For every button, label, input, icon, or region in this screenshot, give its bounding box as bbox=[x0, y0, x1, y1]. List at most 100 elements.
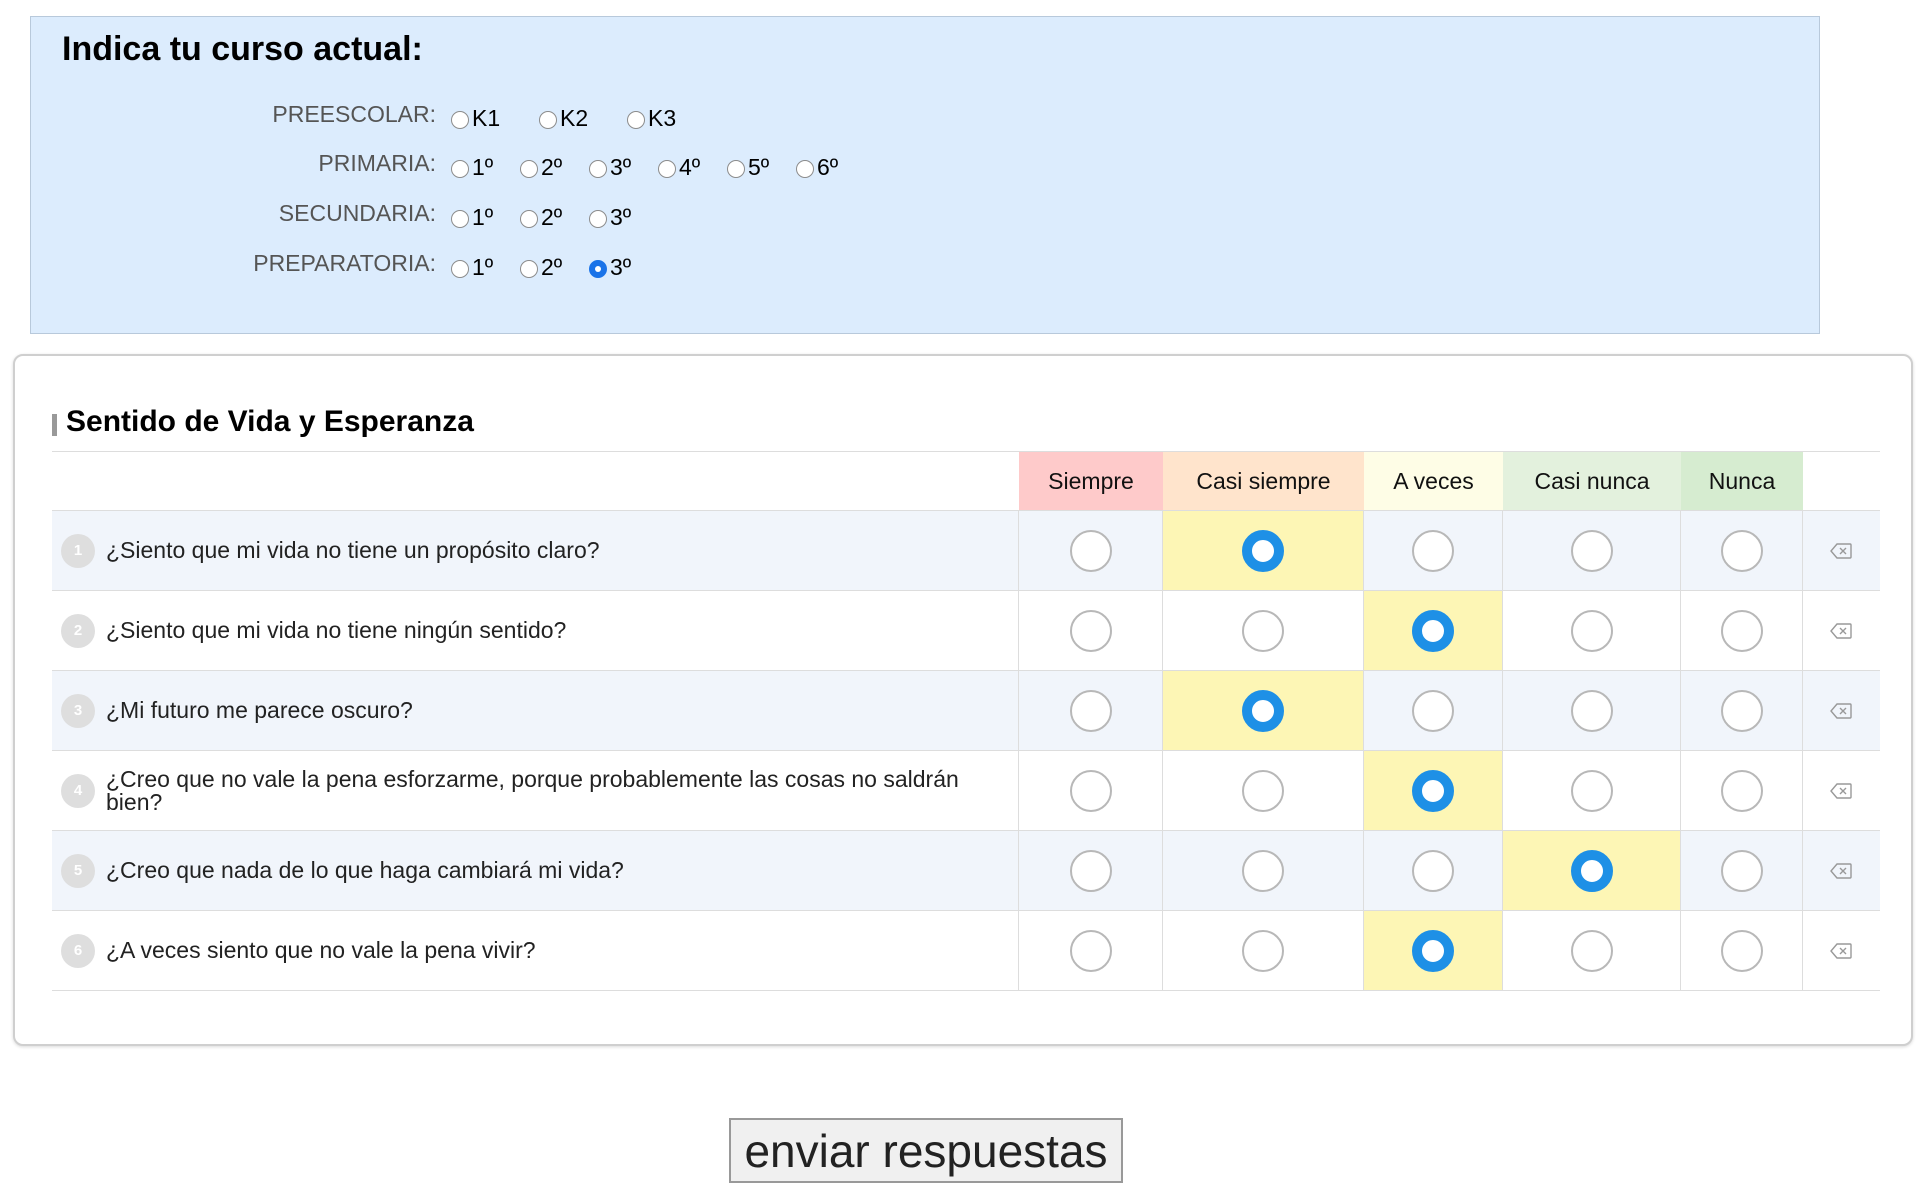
clear-answer-button[interactable] bbox=[1803, 671, 1879, 750]
answer-cell[interactable] bbox=[1163, 511, 1364, 590]
clear-answer-button[interactable] bbox=[1803, 831, 1879, 910]
course-radio[interactable] bbox=[520, 210, 538, 228]
course-radio[interactable] bbox=[627, 111, 645, 129]
course-option[interactable]: 3º bbox=[589, 152, 631, 182]
course-radio[interactable] bbox=[451, 260, 469, 278]
course-radio[interactable] bbox=[727, 160, 745, 178]
answer-cell[interactable] bbox=[1503, 671, 1681, 750]
answer-radio[interactable] bbox=[1720, 609, 1763, 652]
course-option[interactable]: 3º bbox=[589, 202, 631, 232]
course-radio[interactable] bbox=[520, 160, 538, 178]
answer-radio[interactable] bbox=[1720, 769, 1763, 812]
answer-cell[interactable] bbox=[1019, 831, 1163, 910]
course-radio[interactable] bbox=[589, 260, 607, 278]
answer-cell[interactable] bbox=[1681, 591, 1803, 670]
course-option[interactable]: 3º bbox=[589, 252, 631, 282]
answer-radio[interactable] bbox=[1412, 529, 1454, 572]
answer-radio[interactable] bbox=[1412, 929, 1454, 972]
answer-radio[interactable] bbox=[1570, 929, 1613, 972]
answer-radio[interactable] bbox=[1069, 529, 1112, 572]
course-radio[interactable] bbox=[589, 160, 607, 178]
course-radio[interactable] bbox=[539, 111, 557, 129]
answer-radio[interactable] bbox=[1720, 689, 1763, 732]
course-radio[interactable] bbox=[796, 160, 814, 178]
course-option[interactable]: K2 bbox=[539, 103, 588, 133]
course-radio[interactable] bbox=[451, 210, 469, 228]
answer-radio[interactable] bbox=[1242, 849, 1284, 892]
course-option[interactable]: 4º bbox=[658, 152, 700, 182]
answer-cell[interactable] bbox=[1163, 671, 1364, 750]
answer-cell[interactable] bbox=[1364, 671, 1503, 750]
course-radio[interactable] bbox=[451, 160, 469, 178]
answer-radio[interactable] bbox=[1412, 689, 1454, 732]
answer-cell[interactable] bbox=[1364, 591, 1503, 670]
course-option-label: 6º bbox=[817, 153, 839, 180]
answer-cell[interactable] bbox=[1364, 831, 1503, 910]
course-option[interactable]: 1º bbox=[451, 152, 493, 182]
answer-cell[interactable] bbox=[1019, 511, 1163, 590]
answer-cell[interactable] bbox=[1163, 591, 1364, 670]
answer-radio[interactable] bbox=[1242, 609, 1284, 652]
course-option[interactable]: 1º bbox=[451, 202, 493, 232]
answer-cell[interactable] bbox=[1019, 751, 1163, 830]
answer-radio[interactable] bbox=[1720, 849, 1763, 892]
answer-radio[interactable] bbox=[1069, 689, 1112, 732]
question-cell: 5 ¿Creo que nada de lo que haga cambiará … bbox=[52, 831, 1019, 910]
answer-radio[interactable] bbox=[1412, 849, 1454, 892]
answer-cell[interactable] bbox=[1681, 831, 1803, 910]
answer-cell[interactable] bbox=[1681, 751, 1803, 830]
course-option[interactable]: 2º bbox=[520, 152, 562, 182]
question-row: 4 ¿Creo que no vale la pena esforzarme, p… bbox=[52, 751, 1880, 831]
answer-radio[interactable] bbox=[1570, 529, 1613, 572]
answer-radio[interactable] bbox=[1720, 529, 1763, 572]
course-option[interactable]: K1 bbox=[451, 103, 500, 133]
answer-cell[interactable] bbox=[1163, 831, 1364, 910]
answer-cell[interactable] bbox=[1503, 751, 1681, 830]
answer-cell[interactable] bbox=[1364, 511, 1503, 590]
answer-cell[interactable] bbox=[1681, 511, 1803, 590]
course-radio[interactable] bbox=[658, 160, 676, 178]
course-radio[interactable] bbox=[520, 260, 538, 278]
course-option[interactable]: 6º bbox=[796, 152, 838, 182]
clear-answer-button[interactable] bbox=[1803, 591, 1879, 670]
clear-answer-button[interactable] bbox=[1803, 751, 1879, 830]
answer-cell[interactable] bbox=[1019, 671, 1163, 750]
course-radio[interactable] bbox=[589, 210, 607, 228]
answer-cell[interactable] bbox=[1681, 671, 1803, 750]
clear-answer-button[interactable] bbox=[1803, 911, 1879, 990]
answer-radio[interactable] bbox=[1242, 769, 1284, 812]
course-option[interactable]: 2º bbox=[520, 202, 562, 232]
answer-radio[interactable] bbox=[1412, 609, 1454, 652]
course-option[interactable]: 5º bbox=[727, 152, 769, 182]
answer-cell[interactable] bbox=[1681, 911, 1803, 990]
answer-cell[interactable] bbox=[1503, 591, 1681, 670]
answer-radio[interactable] bbox=[1069, 769, 1112, 812]
course-option[interactable]: K3 bbox=[627, 103, 676, 133]
answer-cell[interactable] bbox=[1503, 911, 1681, 990]
answer-cell[interactable] bbox=[1503, 511, 1681, 590]
answer-cell[interactable] bbox=[1163, 751, 1364, 830]
course-radio[interactable] bbox=[451, 111, 469, 129]
answer-radio[interactable] bbox=[1069, 849, 1112, 892]
answer-cell[interactable] bbox=[1163, 911, 1364, 990]
answer-radio[interactable] bbox=[1570, 609, 1613, 652]
submit-button[interactable]: enviar respuestas bbox=[729, 1118, 1123, 1183]
answer-radio[interactable] bbox=[1069, 929, 1112, 972]
answer-cell[interactable] bbox=[1364, 751, 1503, 830]
answer-radio[interactable] bbox=[1720, 929, 1763, 972]
clear-answer-button[interactable] bbox=[1803, 511, 1879, 590]
answer-cell[interactable] bbox=[1364, 911, 1503, 990]
answer-radio[interactable] bbox=[1242, 689, 1284, 732]
answer-radio[interactable] bbox=[1242, 529, 1284, 572]
course-option[interactable]: 1º bbox=[451, 252, 493, 282]
course-option[interactable]: 2º bbox=[520, 252, 562, 282]
answer-cell[interactable] bbox=[1019, 911, 1163, 990]
answer-radio[interactable] bbox=[1570, 849, 1613, 892]
answer-radio[interactable] bbox=[1242, 929, 1284, 972]
answer-radio[interactable] bbox=[1570, 769, 1613, 812]
answer-radio[interactable] bbox=[1570, 689, 1613, 732]
answer-radio[interactable] bbox=[1412, 769, 1454, 812]
answer-radio[interactable] bbox=[1069, 609, 1112, 652]
answer-cell[interactable] bbox=[1019, 591, 1163, 670]
answer-cell[interactable] bbox=[1503, 831, 1681, 910]
